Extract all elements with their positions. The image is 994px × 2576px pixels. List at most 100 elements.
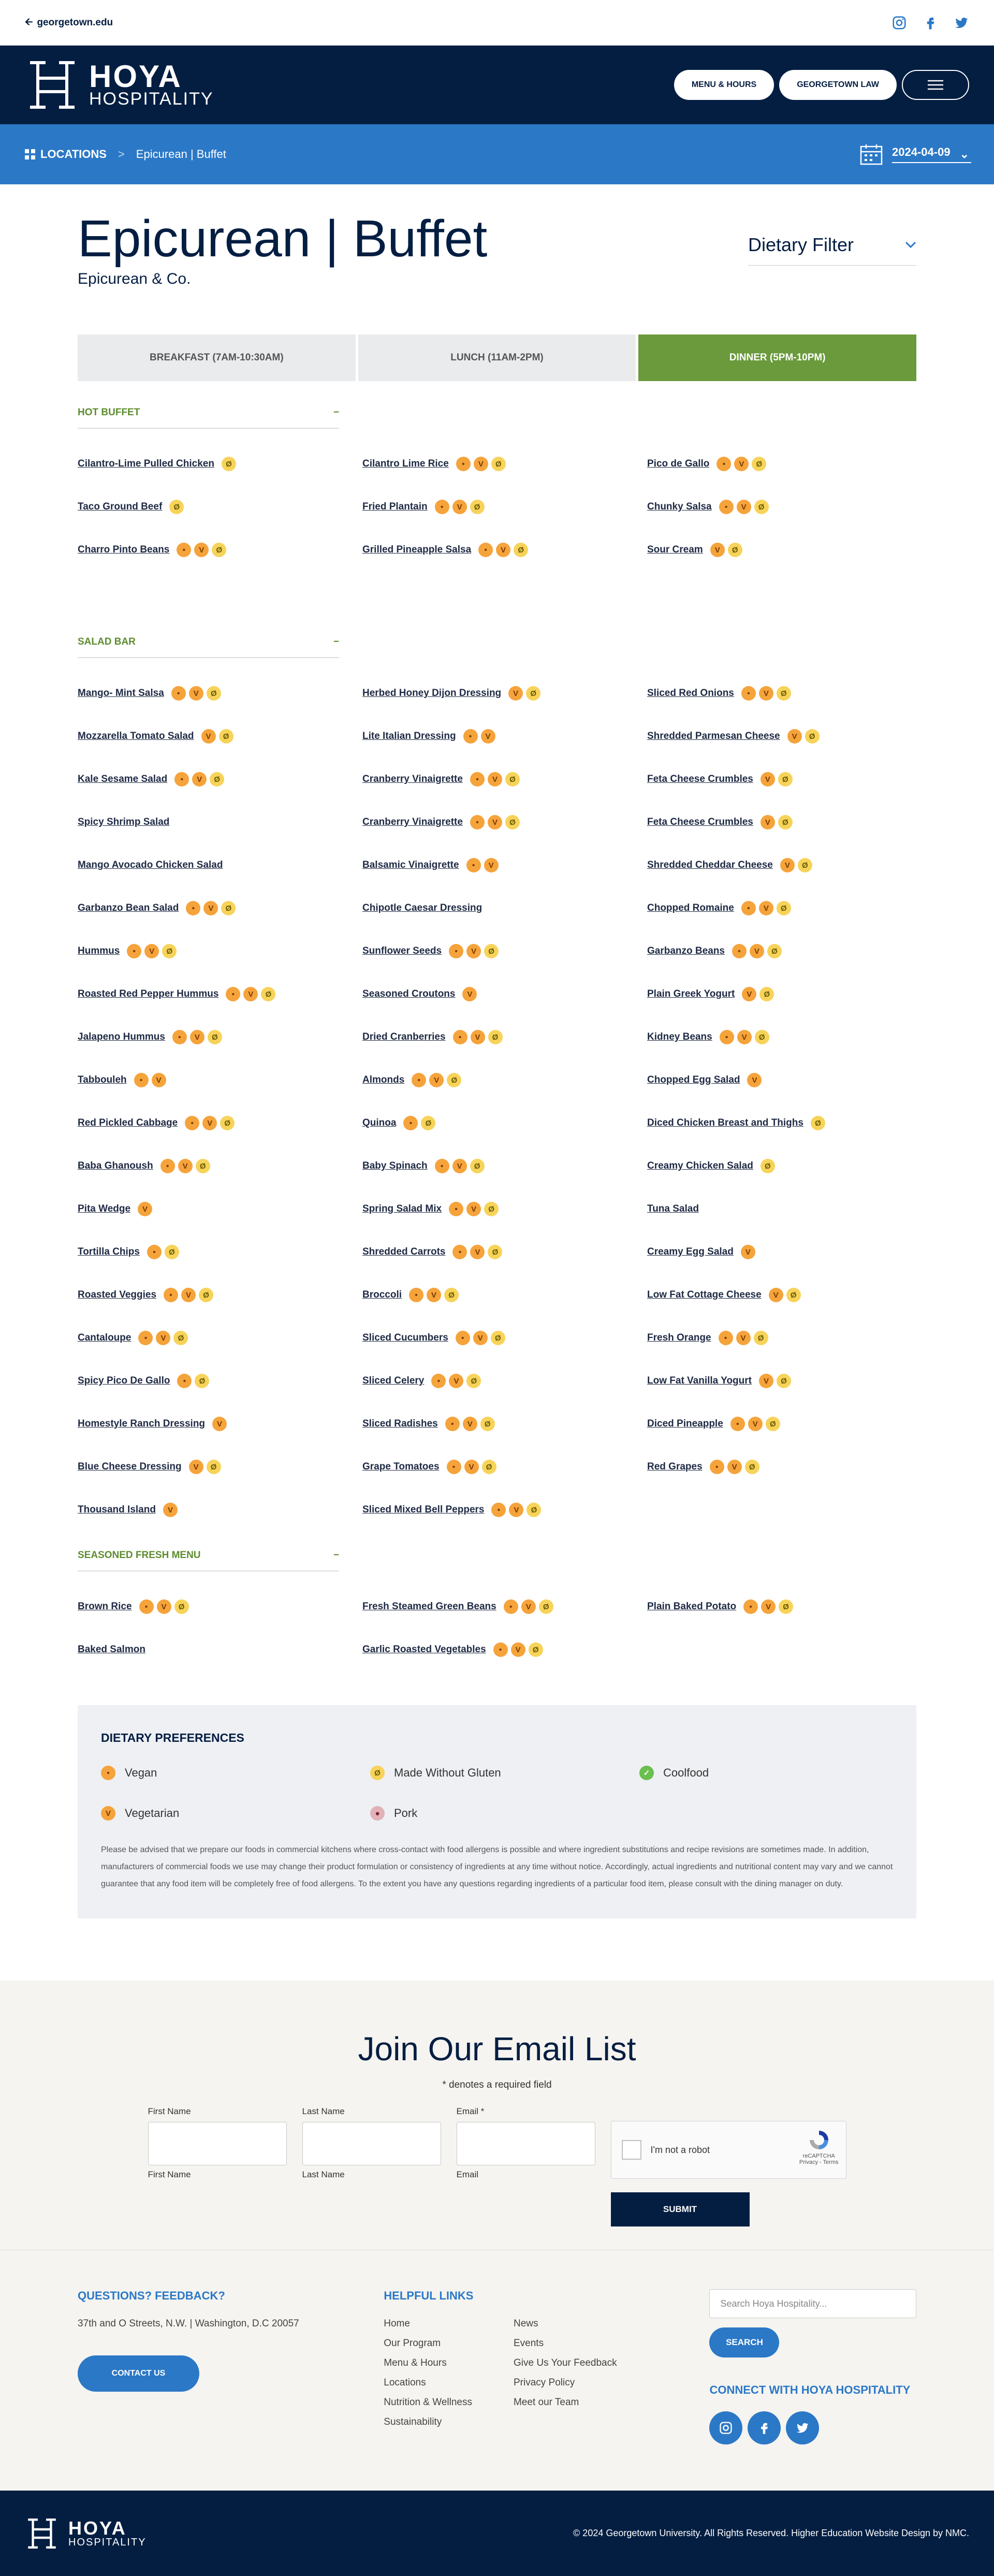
menu-item-link[interactable]: Red Grapes — [647, 1461, 703, 1473]
recaptcha-checkbox[interactable] — [621, 2140, 641, 2160]
menu-item-link[interactable]: Fresh Orange — [647, 1332, 711, 1344]
menu-item-link[interactable]: Sliced Radishes — [362, 1418, 438, 1430]
menu-item-link[interactable]: Broccoli — [362, 1289, 402, 1301]
menu-item-link[interactable]: Shredded Carrots — [362, 1246, 445, 1258]
menu-item-link[interactable]: Almonds — [362, 1074, 404, 1086]
menu-item-link[interactable]: Plain Greek Yogurt — [647, 988, 735, 1000]
menu-item-link[interactable]: Creamy Egg Salad — [647, 1246, 734, 1258]
twitter-icon[interactable] — [786, 2411, 820, 2444]
menu-item-link[interactable]: Mango- Mint Salsa — [78, 688, 164, 699]
footer-link[interactable]: Menu & Hours — [384, 2357, 472, 2369]
menu-item-link[interactable]: Grilled Pineapple Salsa — [362, 544, 471, 556]
menu-item-link[interactable]: Balsamic Vinaigrette — [362, 860, 459, 871]
menu-item-link[interactable]: Mango Avocado Chicken Salad — [78, 860, 223, 871]
recaptcha-privacy[interactable]: Privacy - Terms — [799, 2159, 839, 2165]
menu-item-link[interactable]: Chunky Salsa — [647, 501, 712, 513]
menu-item-link[interactable]: Cilantro Lime Rice — [362, 458, 449, 470]
site-search-input[interactable]: Search Hoya Hospitality... — [709, 2289, 916, 2318]
menu-item-link[interactable]: Homestyle Ranch Dressing — [78, 1418, 205, 1430]
menu-item-link[interactable]: Garlic Roasted Vegetables — [362, 1644, 486, 1655]
menu-item-link[interactable]: Chopped Romaine — [647, 903, 734, 914]
menu-item-link[interactable]: Charro Pinto Beans — [78, 544, 169, 556]
tab-dinner[interactable]: DINNER (5PM-10PM) — [638, 334, 917, 381]
menu-item-link[interactable]: Pita Wedge — [78, 1203, 130, 1215]
menu-item-link[interactable]: Lite Italian Dressing — [362, 731, 456, 742]
footer-link[interactable]: Our Program — [384, 2338, 472, 2349]
twitter-icon[interactable] — [954, 15, 969, 31]
menu-item-link[interactable]: Sunflower Seeds — [362, 945, 442, 957]
instagram-icon[interactable] — [891, 15, 907, 31]
menu-item-link[interactable]: Thousand Island — [78, 1504, 156, 1516]
menu-item-link[interactable]: Tortilla Chips — [78, 1246, 140, 1258]
menu-item-link[interactable]: Fried Plantain — [362, 501, 428, 513]
instagram-icon[interactable] — [709, 2411, 743, 2444]
footer-link[interactable]: Give Us Your Feedback — [514, 2357, 617, 2369]
facebook-icon[interactable] — [748, 2411, 781, 2444]
breadcrumb-locations[interactable]: LOCATIONS — [25, 148, 107, 161]
menu-item-link[interactable]: Low Fat Vanilla Yogurt — [647, 1375, 752, 1387]
menu-item-link[interactable]: Low Fat Cottage Cheese — [647, 1289, 762, 1301]
menu-item-link[interactable]: Shredded Parmesan Cheese — [647, 731, 780, 742]
menu-item-link[interactable]: Baby Spinach — [362, 1160, 428, 1172]
menu-item-link[interactable]: Mozzarella Tomato Salad — [78, 731, 194, 742]
menu-item-link[interactable]: Cranberry Vinaigrette — [362, 817, 463, 828]
pref-vegan[interactable]: • Vegan — [101, 1766, 370, 1780]
submit-button[interactable]: SUBMIT — [610, 2192, 750, 2226]
menu-item-link[interactable]: Shredded Cheddar Cheese — [647, 860, 773, 871]
tab-lunch[interactable]: LUNCH (11AM-2PM) — [358, 334, 636, 381]
menu-item-link[interactable]: Cilantro-Lime Pulled Chicken — [78, 458, 214, 470]
menu-item-link[interactable]: Seasoned Croutons — [362, 988, 455, 1000]
menu-item-link[interactable]: Baba Ghanoush — [78, 1160, 153, 1172]
menu-item-link[interactable]: Sliced Celery — [362, 1375, 424, 1387]
menu-item-link[interactable]: Feta Cheese Crumbles — [647, 817, 753, 828]
menu-item-link[interactable]: Tabbouleh — [78, 1074, 127, 1086]
menu-item-link[interactable]: Brown Rice — [78, 1601, 132, 1612]
pref-cool[interactable]: ✓ Coolfood — [639, 1766, 846, 1780]
contact-us-button[interactable]: CONTACT US — [78, 2355, 199, 2392]
footer-link[interactable]: News — [514, 2318, 617, 2330]
menu-item-link[interactable]: Hummus — [78, 945, 120, 957]
first-name-field[interactable] — [148, 2122, 287, 2165]
menu-item-link[interactable]: Sliced Mixed Bell Peppers — [362, 1504, 484, 1516]
georgetown-law-button[interactable]: GEORGETOWN LAW — [779, 70, 897, 100]
section-header[interactable]: SALAD BAR − — [78, 636, 339, 658]
footer-link[interactable]: Events — [514, 2338, 617, 2349]
hamburger-menu-button[interactable] — [902, 70, 969, 100]
search-button[interactable]: SEARCH — [709, 2327, 780, 2357]
tab-breakfast[interactable]: BREAKFAST (7AM-10:30AM) — [78, 334, 356, 381]
menu-item-link[interactable]: Jalapeno Hummus — [78, 1031, 165, 1043]
pref-veg[interactable]: V Vegetarian — [101, 1806, 370, 1821]
menu-item-link[interactable]: Garbanzo Bean Salad — [78, 903, 179, 914]
georgetown-link[interactable]: 🡨 georgetown.edu — [25, 14, 113, 31]
menu-item-link[interactable]: Chipotle Caesar Dressing — [362, 903, 482, 914]
date-selector[interactable]: 2024-04-09 ⌄ — [860, 143, 971, 165]
pref-gf[interactable]: Ø Made Without Gluten — [370, 1766, 639, 1780]
menu-item-link[interactable]: Red Pickled Cabbage — [78, 1117, 178, 1129]
menu-item-link[interactable]: Diced Chicken Breast and Thighs — [647, 1117, 803, 1129]
menu-item-link[interactable]: Chopped Egg Salad — [647, 1074, 740, 1086]
menu-item-link[interactable]: Sliced Red Onions — [647, 688, 734, 699]
menu-item-link[interactable]: Fresh Steamed Green Beans — [362, 1601, 496, 1612]
menu-item-link[interactable]: Grape Tomatoes — [362, 1461, 440, 1473]
footer-link[interactable]: Meet our Team — [514, 2397, 617, 2408]
menu-item-link[interactable]: Dried Cranberries — [362, 1031, 446, 1043]
menu-item-link[interactable]: Creamy Chicken Salad — [647, 1160, 753, 1172]
footer-link[interactable]: Sustainability — [384, 2417, 472, 2428]
footer-link[interactable]: Home — [384, 2318, 472, 2330]
menu-item-link[interactable]: Quinoa — [362, 1117, 396, 1129]
menu-hours-button[interactable]: MENU & HOURS — [674, 70, 774, 100]
last-name-field[interactable] — [302, 2122, 441, 2165]
section-header[interactable]: SEASONED FRESH MENU − — [78, 1550, 339, 1571]
menu-item-link[interactable]: Spring Salad Mix — [362, 1203, 442, 1215]
menu-item-link[interactable]: Kidney Beans — [647, 1031, 712, 1043]
menu-item-link[interactable]: Spicy Pico De Gallo — [78, 1375, 170, 1387]
menu-item-link[interactable]: Roasted Red Pepper Hummus — [78, 988, 218, 1000]
hoya-hospitality-logo[interactable]: HOYA HOSPITALITY — [25, 57, 214, 112]
menu-item-link[interactable]: Sliced Cucumbers — [362, 1332, 448, 1344]
menu-item-link[interactable]: Cantaloupe — [78, 1332, 131, 1344]
menu-item-link[interactable]: Herbed Honey Dijon Dressing — [362, 688, 501, 699]
menu-item-link[interactable]: Kale Sesame Salad — [78, 774, 167, 785]
menu-item-link[interactable]: Cranberry Vinaigrette — [362, 774, 463, 785]
footer-logo[interactable]: HOYA HOSPITALITY — [25, 2516, 147, 2551]
footer-link[interactable]: Locations — [384, 2377, 472, 2389]
